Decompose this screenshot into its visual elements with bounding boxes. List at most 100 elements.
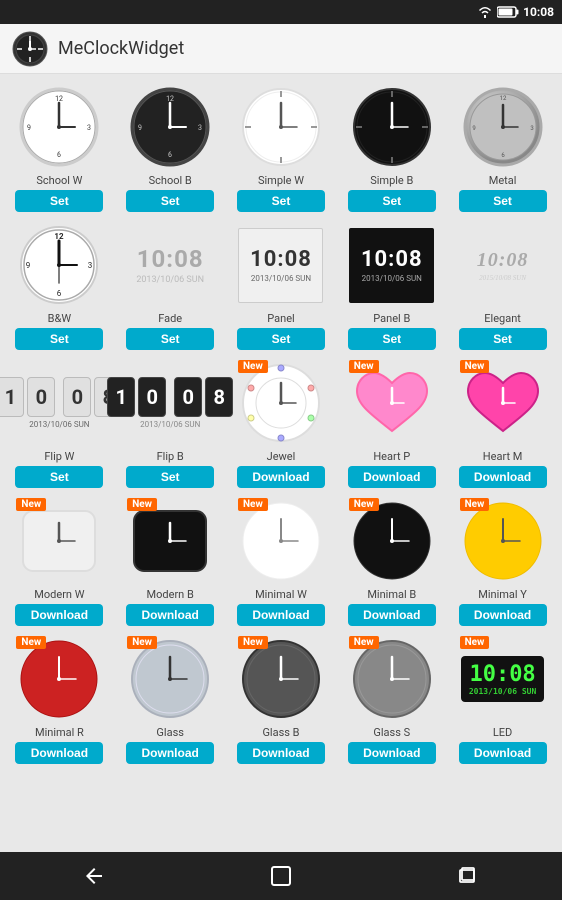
label-simple-b: Simple B <box>370 174 413 187</box>
clock-item-minimal-r: New Minimal R Download <box>9 634 109 764</box>
row-4: New Modern W Download New <box>4 496 558 626</box>
clock-preview-minimal-y: New <box>458 496 548 586</box>
clock-item-glass-s: New Glass S Download <box>342 634 442 764</box>
btn-elegant[interactable]: Set <box>459 328 547 350</box>
new-badge-glass: New <box>127 636 157 649</box>
new-badge-heart-m: New <box>460 360 490 373</box>
label-glass-s: Glass S <box>373 726 410 739</box>
btn-heart-m[interactable]: Download <box>459 466 547 488</box>
label-school-w: School W <box>36 174 82 187</box>
btn-simple-b[interactable]: Set <box>348 190 436 212</box>
btn-minimal-w[interactable]: Download <box>237 604 325 626</box>
btn-school-b[interactable]: Set <box>126 190 214 212</box>
panel-date: 2013/10/06 SUN <box>251 274 311 283</box>
label-glass-b: Glass B <box>262 726 299 739</box>
btn-minimal-y[interactable]: Download <box>459 604 547 626</box>
clock-preview-simple-b <box>347 82 437 172</box>
clock-item-panel: 10:08 2013/10/06 SUN Panel Set <box>231 220 331 350</box>
btn-led[interactable]: Download <box>459 742 547 764</box>
label-metal: Metal <box>489 174 517 187</box>
new-badge-modern-w: New <box>16 498 46 511</box>
svg-text:3: 3 <box>88 261 93 270</box>
label-flip-b: Flip B <box>157 450 184 463</box>
label-glass: Glass <box>156 726 184 739</box>
clock-preview-panel: 10:08 2013/10/06 SUN <box>236 220 326 310</box>
app-bar: MeClockWidget <box>0 24 562 74</box>
label-minimal-r: Minimal R <box>35 726 84 739</box>
wifi-icon <box>477 6 493 18</box>
btn-glass-b[interactable]: Download <box>237 742 325 764</box>
clock-item-heart-m: New Heart M Download <box>453 358 553 488</box>
battery-icon <box>497 6 519 18</box>
clock-preview-glass-b: New <box>236 634 326 724</box>
btn-minimal-r[interactable]: Download <box>15 742 103 764</box>
label-school-b: School B <box>149 174 192 187</box>
btn-school-w[interactable]: Set <box>15 190 103 212</box>
clock-item-glass-b: New Glass B Download <box>231 634 331 764</box>
clock-item-simple-w: Simple W Set <box>231 82 331 212</box>
clock-preview-school-w: 12 6 9 3 <box>14 82 104 172</box>
btn-metal[interactable]: Set <box>459 190 547 212</box>
new-badge-minimal-b: New <box>349 498 379 511</box>
clock-preview-school-b: 12 6 9 3 <box>125 82 215 172</box>
new-badge-minimal-r: New <box>16 636 46 649</box>
clock-preview-bw: 12 6 9 3 <box>14 220 104 310</box>
btn-modern-w[interactable]: Download <box>15 604 103 626</box>
row-2: 12 6 9 3 B&W Set 10:08 2013/10/06 SUN <box>4 220 558 350</box>
clock-item-minimal-b: New Minimal B Download <box>342 496 442 626</box>
btn-minimal-b[interactable]: Download <box>348 604 436 626</box>
status-time: 10:08 <box>523 5 554 19</box>
row-1: 12 6 9 3 School W Set 12 6 <box>4 82 558 212</box>
status-icons <box>477 6 519 18</box>
row-3: 1 0 0 8 2013/10/06 SUN Flip W Set 1 <box>4 358 558 488</box>
label-elegant: Elegant <box>484 312 521 325</box>
clock-item-minimal-w: New Minimal W Download <box>231 496 331 626</box>
fade-date: 2013/10/06 SUN <box>136 275 204 285</box>
btn-panel[interactable]: Set <box>237 328 325 350</box>
btn-glass[interactable]: Download <box>126 742 214 764</box>
elegant-display: 10:08 2015/10/08 SUN <box>460 228 545 303</box>
clock-preview-heart-m: New <box>458 358 548 448</box>
btn-simple-w[interactable]: Set <box>237 190 325 212</box>
clock-item-elegant: 10:08 2015/10/08 SUN Elegant Set <box>453 220 553 350</box>
label-minimal-y: Minimal Y <box>478 588 527 601</box>
btn-modern-b[interactable]: Download <box>126 604 214 626</box>
btn-glass-s[interactable]: Download <box>348 742 436 764</box>
clock-item-glass: New Glass Download <box>120 634 220 764</box>
btn-jewel[interactable]: Download <box>237 466 325 488</box>
btn-bw[interactable]: Set <box>15 328 103 350</box>
nav-bar <box>0 852 562 900</box>
btn-flip-b[interactable]: Set <box>126 466 214 488</box>
new-badge-jewel: New <box>238 360 268 373</box>
home-icon <box>269 864 293 888</box>
new-badge-led: New <box>460 636 490 649</box>
btn-heart-p[interactable]: Download <box>348 466 436 488</box>
clock-item-modern-w: New Modern W Download <box>9 496 109 626</box>
fade-display: 10:08 2013/10/06 SUN <box>128 228 213 303</box>
svg-text:3: 3 <box>530 125 533 132</box>
svg-text:9: 9 <box>138 124 142 132</box>
led-time: 10:08 <box>469 662 535 687</box>
label-heart-p: Heart P <box>373 450 410 463</box>
scroll-area[interactable]: 12 6 9 3 School W Set 12 6 <box>0 74 562 852</box>
clock-preview-minimal-r: New <box>14 634 104 724</box>
home-button[interactable] <box>261 856 301 896</box>
new-badge-glass-s: New <box>349 636 379 649</box>
btn-fade[interactable]: Set <box>126 328 214 350</box>
clock-item-fade: 10:08 2013/10/06 SUN Fade Set <box>120 220 220 350</box>
back-button[interactable] <box>74 856 114 896</box>
recent-button[interactable] <box>448 856 488 896</box>
fade-time: 10:08 <box>137 245 204 273</box>
svg-text:6: 6 <box>168 151 172 159</box>
label-modern-b: Modern B <box>147 588 194 601</box>
svg-text:3: 3 <box>87 124 91 132</box>
new-badge-minimal-y: New <box>460 498 490 511</box>
clock-preview-modern-w: New <box>14 496 104 586</box>
clock-preview-flip-w: 1 0 0 8 2013/10/06 SUN <box>14 358 104 448</box>
clock-preview-glass-s: New <box>347 634 437 724</box>
clock-item-panel-b: 10:08 2013/10/06 SUN Panel B Set <box>342 220 442 350</box>
clock-preview-fade: 10:08 2013/10/06 SUN <box>125 220 215 310</box>
btn-flip-w[interactable]: Set <box>15 466 103 488</box>
btn-panel-b[interactable]: Set <box>348 328 436 350</box>
label-modern-w: Modern W <box>34 588 84 601</box>
